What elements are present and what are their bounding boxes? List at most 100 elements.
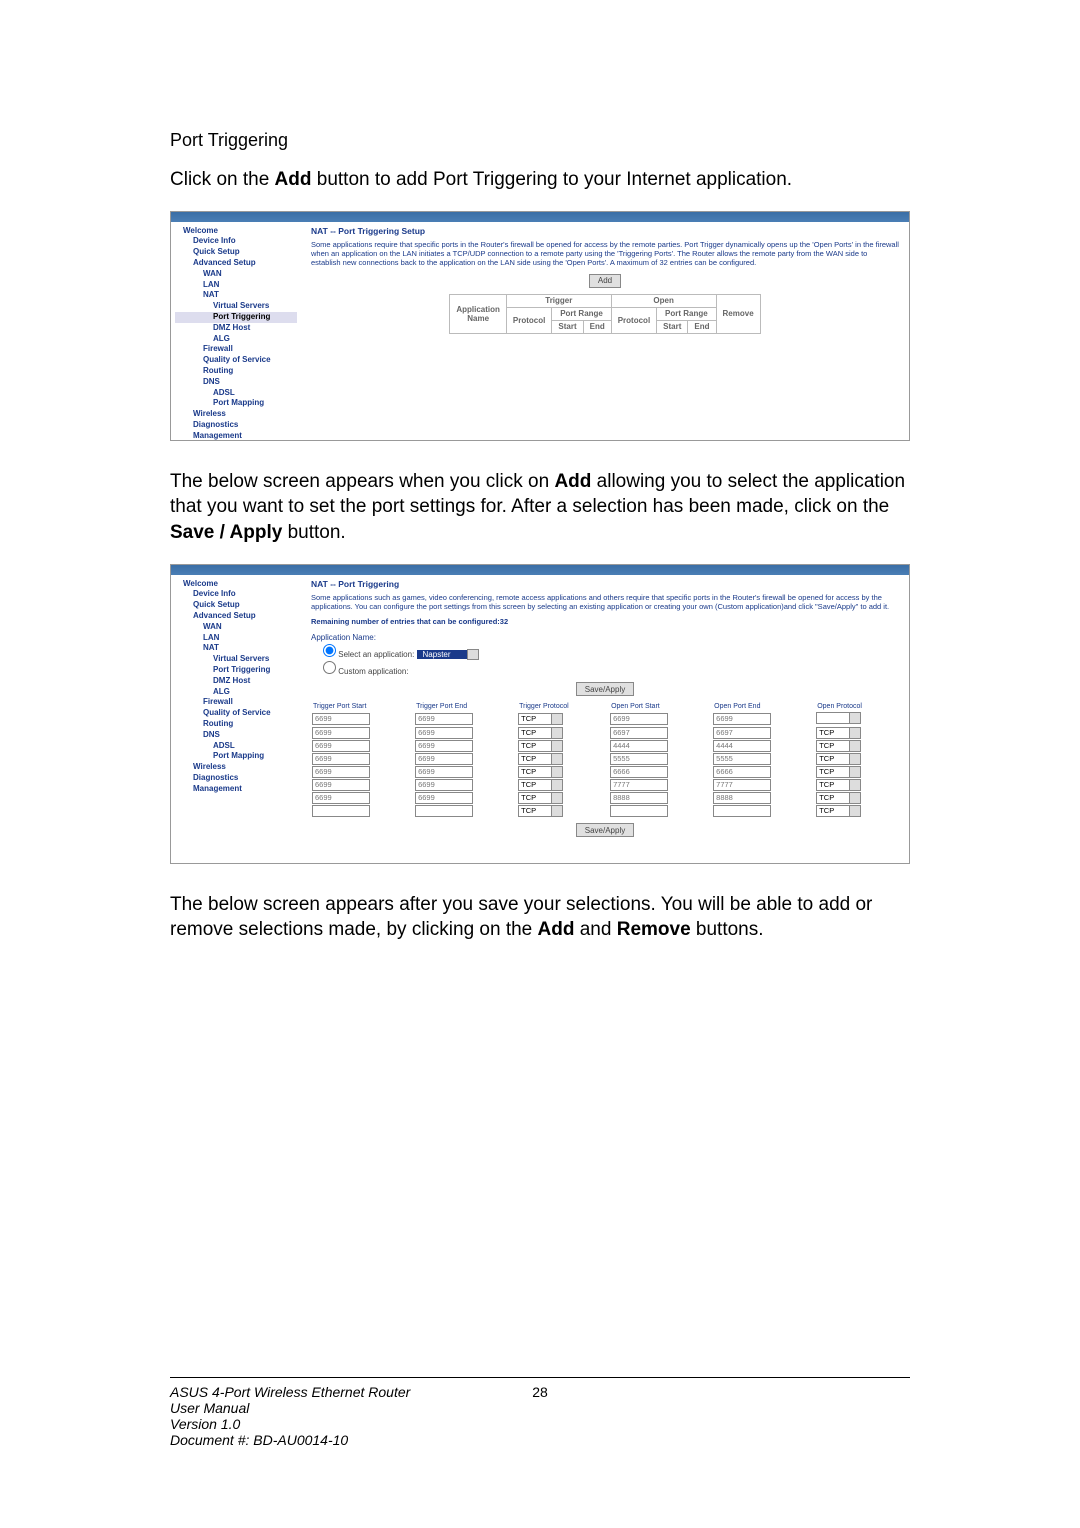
application-select[interactable]: Napster — [417, 650, 467, 659]
radio-custom-application[interactable] — [323, 661, 336, 674]
port-input[interactable] — [713, 713, 771, 725]
chevron-down-icon[interactable] — [552, 766, 563, 778]
protocol-select[interactable]: TCP — [518, 766, 552, 778]
chevron-down-icon[interactable] — [850, 753, 861, 765]
protocol-select[interactable]: TCP — [518, 753, 552, 765]
protocol-select[interactable]: TCP — [816, 727, 850, 739]
sidebar-item-management[interactable]: Management — [175, 784, 297, 795]
port-input[interactable] — [312, 753, 370, 765]
protocol-select[interactable]: TCP — [816, 740, 850, 752]
sidebar-item-adsl[interactable]: ADSL — [175, 741, 297, 752]
sidebar-item-advanced-setup[interactable]: Advanced Setup — [175, 611, 297, 622]
sidebar-item-adsl[interactable]: ADSL — [175, 388, 297, 399]
port-input[interactable] — [312, 766, 370, 778]
port-input[interactable] — [415, 727, 473, 739]
sidebar-item-qos[interactable]: Quality of Service — [175, 355, 297, 366]
protocol-select[interactable]: TCP — [816, 779, 850, 791]
chevron-down-icon[interactable] — [850, 792, 861, 804]
sidebar-item-wireless[interactable]: Wireless — [175, 762, 297, 773]
chevron-down-icon[interactable] — [850, 805, 861, 817]
port-input[interactable] — [312, 727, 370, 739]
port-input[interactable] — [312, 740, 370, 752]
protocol-select[interactable]: TCP — [518, 713, 552, 725]
add-button[interactable]: Add — [589, 274, 621, 288]
sidebar-item-dmz-host[interactable]: DMZ Host — [175, 676, 297, 687]
port-input[interactable] — [610, 805, 668, 817]
sidebar-item-quick-setup[interactable]: Quick Setup — [175, 247, 297, 258]
port-input[interactable] — [415, 779, 473, 791]
sidebar-item-port-triggering[interactable]: Port Triggering — [175, 665, 297, 676]
port-input[interactable] — [713, 727, 771, 739]
protocol-select[interactable]: TCP — [816, 805, 850, 817]
chevron-down-icon[interactable] — [552, 740, 563, 752]
port-input[interactable] — [415, 753, 473, 765]
sidebar-item-firewall[interactable]: Firewall — [175, 344, 297, 355]
port-input[interactable] — [610, 713, 668, 725]
port-input[interactable] — [610, 740, 668, 752]
chevron-down-icon[interactable] — [552, 727, 563, 739]
chevron-down-icon[interactable] — [850, 740, 861, 752]
sidebar-item-port-mapping[interactable]: Port Mapping — [175, 398, 297, 409]
port-input[interactable] — [415, 766, 473, 778]
port-input[interactable] — [610, 792, 668, 804]
chevron-down-icon[interactable] — [850, 727, 861, 739]
port-input[interactable] — [415, 792, 473, 804]
port-input[interactable] — [312, 805, 370, 817]
sidebar-item-device-info[interactable]: Device Info — [175, 236, 297, 247]
sidebar-item-lan[interactable]: LAN — [175, 633, 297, 644]
port-input[interactable] — [312, 792, 370, 804]
port-input[interactable] — [415, 740, 473, 752]
sidebar-item-port-triggering[interactable]: Port Triggering — [175, 312, 297, 323]
sidebar-item-wan[interactable]: WAN — [175, 269, 297, 280]
sidebar-item-management[interactable]: Management — [175, 431, 297, 442]
port-input[interactable] — [713, 766, 771, 778]
sidebar-item-alg[interactable]: ALG — [175, 334, 297, 345]
sidebar-item-routing[interactable]: Routing — [175, 366, 297, 377]
chevron-down-icon[interactable] — [467, 649, 479, 660]
sidebar-item-nat[interactable]: NAT — [175, 643, 297, 654]
port-input[interactable] — [415, 713, 473, 725]
protocol-select[interactable]: TCP — [816, 753, 850, 765]
protocol-select[interactable]: TCP — [518, 792, 552, 804]
port-input[interactable] — [713, 740, 771, 752]
protocol-select[interactable]: TCP — [816, 792, 850, 804]
save-apply-button[interactable]: Save/Apply — [576, 682, 634, 696]
sidebar-item-virtual-servers[interactable]: Virtual Servers — [175, 301, 297, 312]
chevron-down-icon[interactable] — [552, 753, 563, 765]
sidebar-item-diagnostics[interactable]: Diagnostics — [175, 420, 297, 431]
sidebar-item-dns[interactable]: DNS — [175, 377, 297, 388]
sidebar-item-quick-setup[interactable]: Quick Setup — [175, 600, 297, 611]
port-input[interactable] — [610, 766, 668, 778]
chevron-down-icon[interactable] — [552, 792, 563, 804]
port-input[interactable] — [713, 805, 771, 817]
save-apply-button-bottom[interactable]: Save/Apply — [576, 823, 634, 837]
protocol-select[interactable]: TCP — [518, 740, 552, 752]
port-input[interactable] — [610, 727, 668, 739]
chevron-down-icon[interactable] — [850, 766, 861, 778]
sidebar-item-port-mapping[interactable]: Port Mapping — [175, 751, 297, 762]
port-input[interactable] — [713, 779, 771, 791]
sidebar-item-nat[interactable]: NAT — [175, 290, 297, 301]
sidebar-item-wireless[interactable]: Wireless — [175, 409, 297, 420]
port-input[interactable] — [713, 792, 771, 804]
port-input[interactable] — [312, 713, 370, 725]
port-input[interactable] — [312, 779, 370, 791]
sidebar-item-alg[interactable]: ALG — [175, 687, 297, 698]
sidebar-item-diagnostics[interactable]: Diagnostics — [175, 773, 297, 784]
protocol-select[interactable]: TCP — [518, 727, 552, 739]
protocol-select[interactable]: TCP — [518, 805, 552, 817]
chevron-down-icon[interactable] — [850, 712, 861, 724]
sidebar-item-dns[interactable]: DNS — [175, 730, 297, 741]
chevron-down-icon[interactable] — [552, 805, 563, 817]
sidebar-item-wan[interactable]: WAN — [175, 622, 297, 633]
sidebar-item-welcome[interactable]: Welcome — [175, 579, 297, 590]
port-input[interactable] — [610, 779, 668, 791]
chevron-down-icon[interactable] — [552, 779, 563, 791]
sidebar-item-virtual-servers[interactable]: Virtual Servers — [175, 654, 297, 665]
protocol-select[interactable]: TCP — [518, 779, 552, 791]
sidebar-item-advanced-setup[interactable]: Advanced Setup — [175, 258, 297, 269]
sidebar-item-lan[interactable]: LAN — [175, 280, 297, 291]
protocol-select[interactable]: TCP — [816, 766, 850, 778]
port-input[interactable] — [713, 753, 771, 765]
protocol-select[interactable] — [816, 712, 850, 724]
